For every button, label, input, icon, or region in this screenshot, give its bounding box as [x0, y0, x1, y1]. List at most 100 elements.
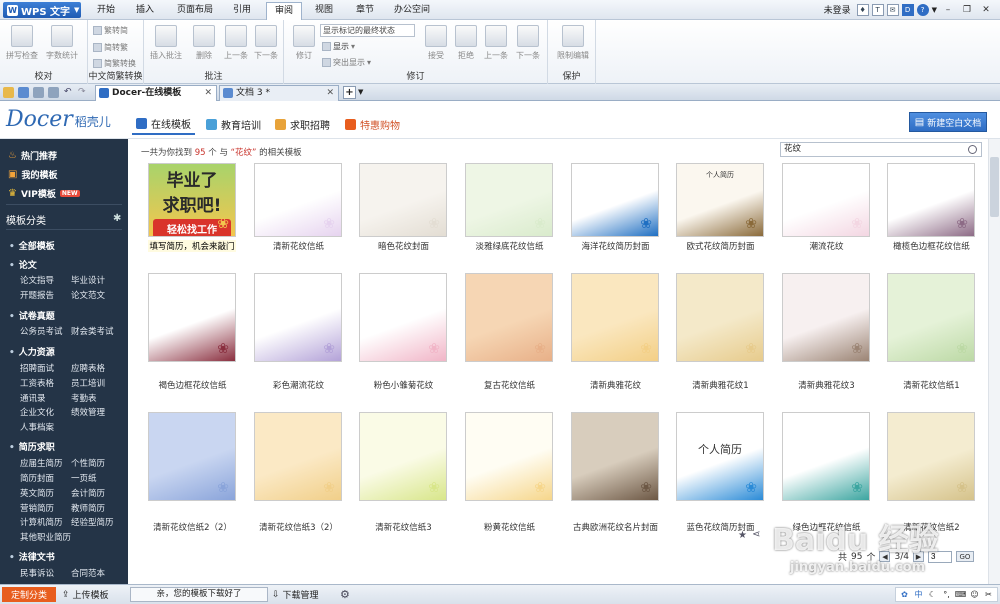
- sub-hr[interactable]: 绩效管理: [71, 406, 105, 418]
- skin-icon[interactable]: ♦: [856, 3, 869, 16]
- wps-app-menu-button[interactable]: W WPS 文字 ▼: [3, 2, 81, 18]
- sub-hr[interactable]: 企业文化: [20, 406, 54, 418]
- template-thumbnail[interactable]: ❀: [782, 273, 870, 362]
- category-legal[interactable]: 法律文书: [9, 550, 55, 563]
- template-thumbnail[interactable]: ❀: [254, 273, 342, 362]
- sub-hr[interactable]: 工资表格: [20, 377, 54, 389]
- sub-resume[interactable]: 会计简历: [71, 487, 105, 499]
- help-icon[interactable]: ?: [916, 3, 929, 16]
- template-thumbnail[interactable]: ❀: [887, 163, 975, 237]
- tab-section[interactable]: 章节: [347, 0, 383, 20]
- sub-resume[interactable]: 其他职业简历: [20, 531, 71, 543]
- template-label[interactable]: 彩色潮流花纹: [246, 379, 351, 391]
- sidebar-my-templates[interactable]: ▣ 我的模板: [8, 168, 57, 181]
- tab-view[interactable]: 视图: [306, 0, 342, 20]
- tools-icon[interactable]: ✂: [983, 589, 994, 600]
- sidebar-hot[interactable]: ♨ 热门推荐: [8, 149, 57, 162]
- sub-resume[interactable]: 计算机简历: [20, 516, 63, 528]
- paw-icon[interactable]: ✿: [899, 589, 910, 600]
- category-hr[interactable]: 人力资源: [9, 345, 55, 358]
- print-preview-icon[interactable]: [48, 87, 59, 98]
- delete-comment-button[interactable]: 删除: [188, 25, 220, 61]
- keyboard-icon[interactable]: ⌨: [955, 589, 967, 600]
- save-icon[interactable]: [18, 87, 29, 98]
- print-icon[interactable]: [33, 87, 44, 98]
- category-exam[interactable]: 试卷真题: [9, 309, 55, 322]
- template-thumbnail[interactable]: ❀: [465, 163, 553, 237]
- template-label[interactable]: 清新花纹信纸1: [879, 379, 984, 391]
- simp-trad-convert-button[interactable]: 简繁转换: [93, 58, 136, 69]
- sub-contract[interactable]: 合同范本: [71, 567, 105, 579]
- new-tab-button[interactable]: +: [343, 86, 356, 99]
- nav-online-templates[interactable]: 在线模板: [132, 113, 195, 135]
- chevron-down-icon[interactable]: ▼: [932, 6, 937, 14]
- close-tab-icon[interactable]: ✕: [326, 86, 334, 100]
- search-input[interactable]: 花纹: [780, 142, 982, 157]
- template-label[interactable]: 欧式花纹简历封面: [668, 240, 773, 252]
- sub-resume[interactable]: 英文简历: [20, 487, 54, 499]
- template-thumbnail[interactable]: ❀: [571, 412, 659, 501]
- sub-finance-exam[interactable]: 财会类考试: [71, 325, 114, 337]
- next-change-button[interactable]: 下一条: [512, 25, 544, 61]
- template-label[interactable]: 清新花纹信纸3（2）: [246, 521, 351, 533]
- template-thumbnail[interactable]: 个人简历 ❀: [676, 412, 764, 501]
- doc-tab-document3[interactable]: 文档 3 * ✕: [219, 85, 339, 101]
- shirt-icon[interactable]: T: [871, 3, 884, 16]
- template-thumbnail[interactable]: ❀: [676, 273, 764, 362]
- go-button[interactable]: GO: [955, 551, 974, 562]
- sub-resume[interactable]: 简历封面: [20, 472, 54, 484]
- open-folder-icon[interactable]: [3, 87, 14, 98]
- template-thumbnail[interactable]: ❀: [254, 163, 342, 237]
- template-thumbnail[interactable]: 毕业了 求职吧! 轻松找工作 ❀: [148, 163, 236, 237]
- category-thesis[interactable]: 论文: [9, 258, 37, 271]
- template-label[interactable]: 清新花纹信纸: [246, 240, 351, 252]
- sub-hr[interactable]: 员工培训: [71, 377, 105, 389]
- tab-page-layout[interactable]: 页面布局: [167, 0, 223, 20]
- feedback-icon[interactable]: ✉: [886, 3, 899, 16]
- sub-hr[interactable]: 通讯录: [20, 392, 46, 404]
- docer-icon[interactable]: D: [901, 3, 914, 16]
- category-all[interactable]: 全部模板: [9, 239, 55, 252]
- tab-reference[interactable]: 引用: [224, 0, 260, 20]
- sub-resume[interactable]: 经验型简历: [71, 516, 114, 528]
- insert-comment-button[interactable]: 插入批注: [150, 25, 182, 61]
- template-label[interactable]: 复古花纹信纸: [457, 379, 562, 391]
- sub-civil-litigation[interactable]: 民事诉讼: [20, 567, 54, 579]
- sub-thesis-sample[interactable]: 论文范文: [71, 289, 105, 301]
- template-thumbnail[interactable]: ❀: [571, 273, 659, 362]
- nav-jobs[interactable]: 求职招聘: [271, 113, 334, 135]
- track-changes-button[interactable]: 修订: [288, 25, 320, 61]
- user-icon[interactable]: ☺: [969, 589, 980, 600]
- template-label[interactable]: 蓝色花纹简历封面: [668, 521, 773, 533]
- template-label[interactable]: 清新花纹信纸3: [351, 521, 456, 533]
- template-label[interactable]: 橄榄色边框花纹信纸: [879, 240, 984, 252]
- tab-start[interactable]: 开始: [88, 0, 124, 20]
- markup-mode-select[interactable]: 显示标记的最终状态: [320, 24, 415, 37]
- prev-comment-button[interactable]: 上一条: [220, 25, 252, 61]
- template-thumbnail[interactable]: ❀: [359, 412, 447, 501]
- sub-resume[interactable]: 个性简历: [71, 457, 105, 469]
- chevron-down-icon[interactable]: ▼: [358, 88, 363, 96]
- close-button[interactable]: ✕: [978, 3, 994, 16]
- template-thumbnail[interactable]: 个人简历 ❀: [676, 163, 764, 237]
- reject-button[interactable]: 拒绝: [450, 25, 482, 61]
- sub-thesis-guide[interactable]: 论文指导: [20, 274, 54, 286]
- sub-resume[interactable]: 教师简历: [71, 502, 105, 514]
- template-label[interactable]: 清新花纹信纸2（2）: [140, 521, 245, 533]
- new-blank-document-button[interactable]: ▤ 新建空白文档: [909, 112, 987, 132]
- template-label[interactable]: 填写简历，机会来敲门: [148, 240, 236, 252]
- sidebar-vip[interactable]: ♛ VIP模板 NEW: [8, 187, 80, 200]
- highlight-button[interactable]: 突出显示 ▾: [322, 57, 371, 68]
- template-label[interactable]: 海洋花纹简历封面: [563, 240, 668, 252]
- nav-education[interactable]: 教育培训: [202, 113, 265, 135]
- template-label[interactable]: 粉黄花纹信纸: [457, 521, 562, 533]
- category-resume[interactable]: 简历求职: [9, 440, 55, 453]
- download-manager-button[interactable]: ⇩ 下载管理: [272, 587, 319, 602]
- template-thumbnail[interactable]: ❀: [148, 273, 236, 362]
- simp-to-trad-button[interactable]: 简转繁: [93, 42, 128, 53]
- tab-insert[interactable]: 插入: [127, 0, 163, 20]
- template-label[interactable]: 淡雅绿底花纹信纸: [457, 240, 562, 252]
- template-label[interactable]: 清新典雅花纹1: [668, 379, 773, 391]
- custom-category-button[interactable]: 定制分类: [2, 587, 56, 602]
- sub-graduation-design[interactable]: 毕业设计: [71, 274, 105, 286]
